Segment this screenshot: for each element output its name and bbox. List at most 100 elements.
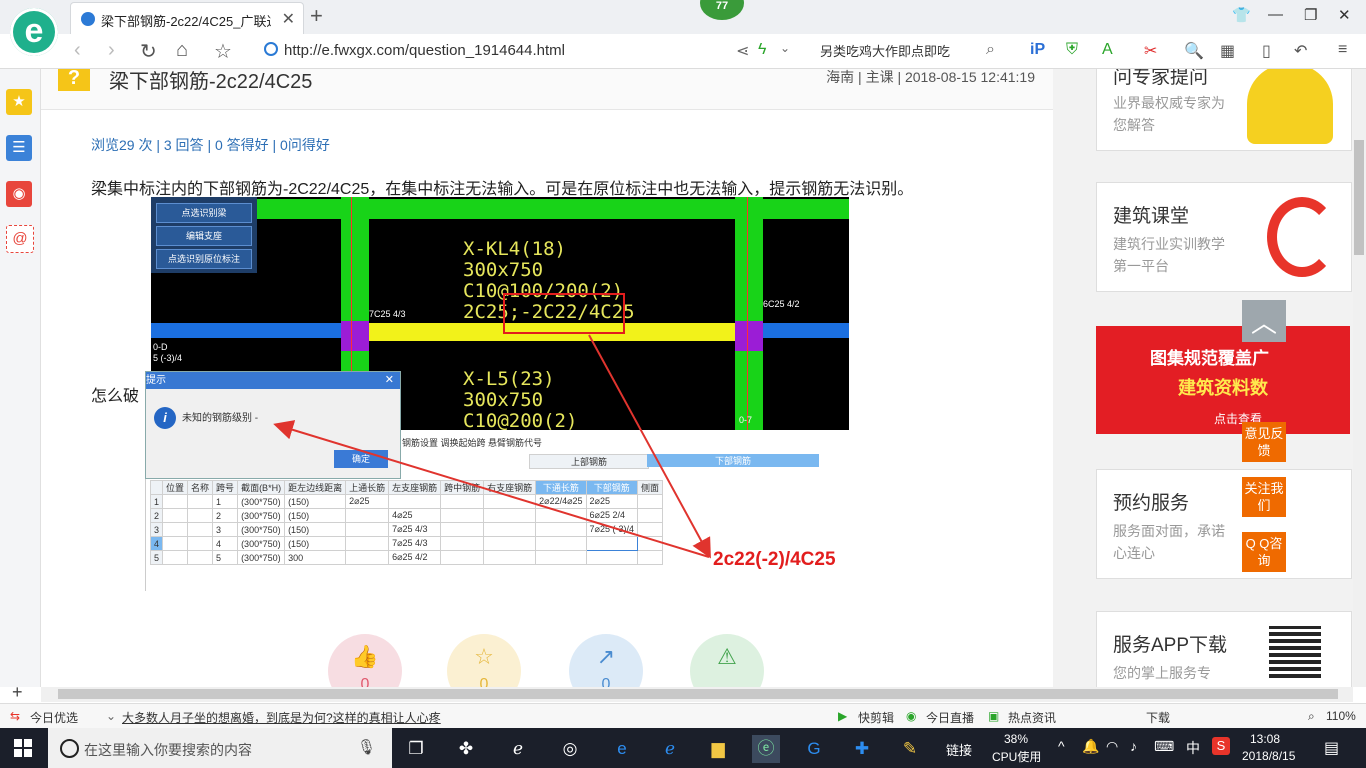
clip-icon: ▶: [838, 709, 848, 723]
favorites-icon[interactable]: ★: [6, 89, 32, 115]
promo-banner[interactable]: 图集规范覆盖广 建筑资料数 点击查看: [1096, 326, 1350, 434]
sidebar-add-icon[interactable]: +: [12, 682, 23, 703]
qq-button[interactable]: Q Q咨询: [1242, 532, 1286, 572]
windows-start-icon[interactable]: [14, 739, 33, 758]
notification-badge[interactable]: 77: [700, 0, 744, 20]
follow-button[interactable]: 关注我们: [1242, 477, 1286, 517]
kuaijian-link[interactable]: 快剪辑: [858, 709, 894, 726]
web-page: ? 梁下部钢筋-2c22/4C25 海南 | 主课 | 2018-08-15 1…: [41, 69, 1353, 687]
task-view-icon[interactable]: ❐: [402, 735, 430, 763]
scissors-icon[interactable]: ✂: [1144, 41, 1157, 61]
news-ticker[interactable]: 大多数人月子坐的想离婚，到底是为何?这样的真相让人心疼: [122, 709, 441, 726]
status-bar: ⇆ 今日优选 ⌄ 大多数人月子坐的想离婚，到底是为何?这样的真相让人心疼 ▶ 快…: [0, 703, 1366, 729]
new-tab-icon[interactable]: +: [310, 3, 323, 29]
tab-close-icon[interactable]: ✕: [282, 9, 295, 29]
annotation-arrows: [273, 334, 711, 559]
search-icon[interactable]: ⌕: [986, 41, 995, 59]
email-icon[interactable]: @: [6, 225, 34, 253]
today-picks[interactable]: 今日优选: [30, 709, 78, 726]
translate-icon[interactable]: A: [1102, 41, 1113, 59]
undo-icon[interactable]: ↶: [1294, 41, 1307, 61]
share-icon[interactable]: ⋖: [736, 41, 749, 61]
tray-up-icon[interactable]: ^: [1058, 738, 1065, 754]
apps-grid-icon[interactable]: ▦: [1220, 41, 1235, 61]
notes-icon[interactable]: ✎: [896, 735, 924, 763]
back-to-top-button[interactable]: ︿: [1242, 300, 1286, 342]
search-box[interactable]: 另类吃鸡大作即点即吃: [820, 41, 950, 60]
home-icon[interactable]: ⌂: [176, 39, 188, 62]
zoom-icon: ⌕: [1308, 709, 1315, 723]
expert-title: 问专家提问: [1113, 69, 1209, 88]
volume-icon[interactable]: ♪: [1130, 738, 1137, 754]
ime-indicator[interactable]: 中: [1186, 738, 1200, 758]
shield-icon[interactable]: ⛨: [1066, 41, 1078, 59]
action-center-icon[interactable]: ▤: [1324, 738, 1339, 758]
folder-icon[interactable]: ▆: [704, 735, 732, 763]
weibo-icon[interactable]: ◉: [6, 181, 32, 207]
clock-time[interactable]: 13:08: [1250, 732, 1280, 746]
sogou-icon[interactable]: S: [1212, 737, 1230, 755]
magnifier-icon[interactable]: 🔍: [1184, 41, 1204, 61]
shirt-skin-icon[interactable]: 👕: [1232, 6, 1251, 24]
promo-line2: 建筑资料数: [1178, 378, 1268, 398]
url-text: http://e.fwxgx.com/question_1914644.html: [284, 42, 566, 59]
expert-card[interactable]: 问专家提问 业界最权威专家为您解答: [1096, 69, 1352, 151]
cortana-icon: [60, 739, 79, 758]
app-title: 服务APP下载: [1113, 635, 1228, 656]
feedback-button[interactable]: 意见反馈: [1242, 422, 1286, 462]
cpu-percent: 38%: [1004, 732, 1029, 746]
browser-logo[interactable]: e: [10, 8, 58, 56]
ie-icon[interactable]: ℯ: [504, 735, 532, 763]
refresh-icon[interactable]: ↻: [140, 39, 157, 64]
fan-app-icon[interactable]: ✤: [452, 735, 480, 763]
tab-bar: 梁下部钢筋-2c22/4C25_广联达服 ✕ + 77 👕 — ❐ ✕: [0, 0, 1366, 35]
url-field[interactable]: http://e.fwxgx.com/question_1914644.html: [264, 40, 734, 62]
mic-icon[interactable]: 🎙: [357, 738, 376, 756]
tray-bell-icon[interactable]: 🔔: [1082, 738, 1099, 755]
wifi-icon[interactable]: ◠: [1106, 738, 1118, 755]
class-card[interactable]: 建筑课堂 建筑行业实训教学第一平台: [1096, 182, 1352, 292]
booking-card[interactable]: 预约服务 服务面对面，承诺心连心: [1096, 469, 1352, 579]
chevron-icon[interactable]: ⌄: [106, 709, 116, 723]
live-icon: ◉: [906, 709, 917, 723]
cpu-label: CPU使用: [992, 750, 1042, 764]
ip-icon[interactable]: iP: [1030, 41, 1045, 59]
taskbar-link[interactable]: 链接: [946, 740, 972, 759]
minimize-icon[interactable]: —: [1268, 6, 1283, 23]
class-title: 建筑课堂: [1113, 206, 1190, 227]
lightning-icon[interactable]: ϟ: [758, 41, 766, 59]
glodon-icon[interactable]: ✚: [848, 735, 876, 763]
phone-icon[interactable]: ▯: [1262, 41, 1271, 61]
keyboard-icon[interactable]: ⌨: [1154, 738, 1174, 755]
vertical-scroll-thumb[interactable]: [1354, 140, 1364, 255]
forward-icon[interactable]: ›: [108, 39, 115, 62]
news-icon: ▣: [988, 709, 1000, 723]
restore-icon[interactable]: ❐: [1304, 6, 1317, 24]
g-app-icon[interactable]: G: [800, 735, 828, 763]
zhibo-link[interactable]: 今日直播: [926, 709, 974, 726]
back-icon[interactable]: ‹: [74, 39, 81, 62]
promo-line1: 图集规范覆盖广: [1150, 349, 1269, 368]
zoom-level[interactable]: 110%: [1326, 709, 1356, 723]
download-link[interactable]: 下载: [1146, 709, 1170, 726]
taskbar-search[interactable]: 在这里输入你要搜索的内容 🎙: [48, 728, 392, 768]
edge-icon[interactable]: e: [608, 735, 636, 763]
chevron-down-icon[interactable]: ⌄: [780, 41, 790, 55]
reading-list-icon[interactable]: ☰: [6, 135, 32, 161]
redian-link[interactable]: 热点资讯: [1008, 709, 1056, 726]
app-card[interactable]: 服务APP下载 您的掌上服务专: [1096, 611, 1352, 687]
chrome-icon[interactable]: ◎: [556, 735, 584, 763]
window-close-icon[interactable]: ✕: [1338, 6, 1351, 24]
action-count: 0: [360, 676, 370, 687]
question-panel: ? 梁下部钢筋-2c22/4C25 海南 | 主课 | 2018-08-15 1…: [41, 69, 1053, 687]
class-logo-icon: [1267, 197, 1337, 277]
favorite-star-icon[interactable]: ☆: [214, 39, 232, 64]
ie-blue-icon[interactable]: ℯ: [656, 735, 684, 763]
action-count: 0: [479, 676, 489, 687]
action-icon: ☆: [474, 644, 494, 669]
horizontal-scroll-thumb[interactable]: [58, 689, 1338, 699]
browser-taskbar-icon[interactable]: ⓔ: [752, 735, 780, 763]
menu-icon[interactable]: ≡: [1338, 41, 1347, 59]
browser-tab[interactable]: 梁下部钢筋-2c22/4C25_广联达服 ✕: [70, 2, 304, 35]
clock-date[interactable]: 2018/8/15: [1242, 749, 1295, 763]
